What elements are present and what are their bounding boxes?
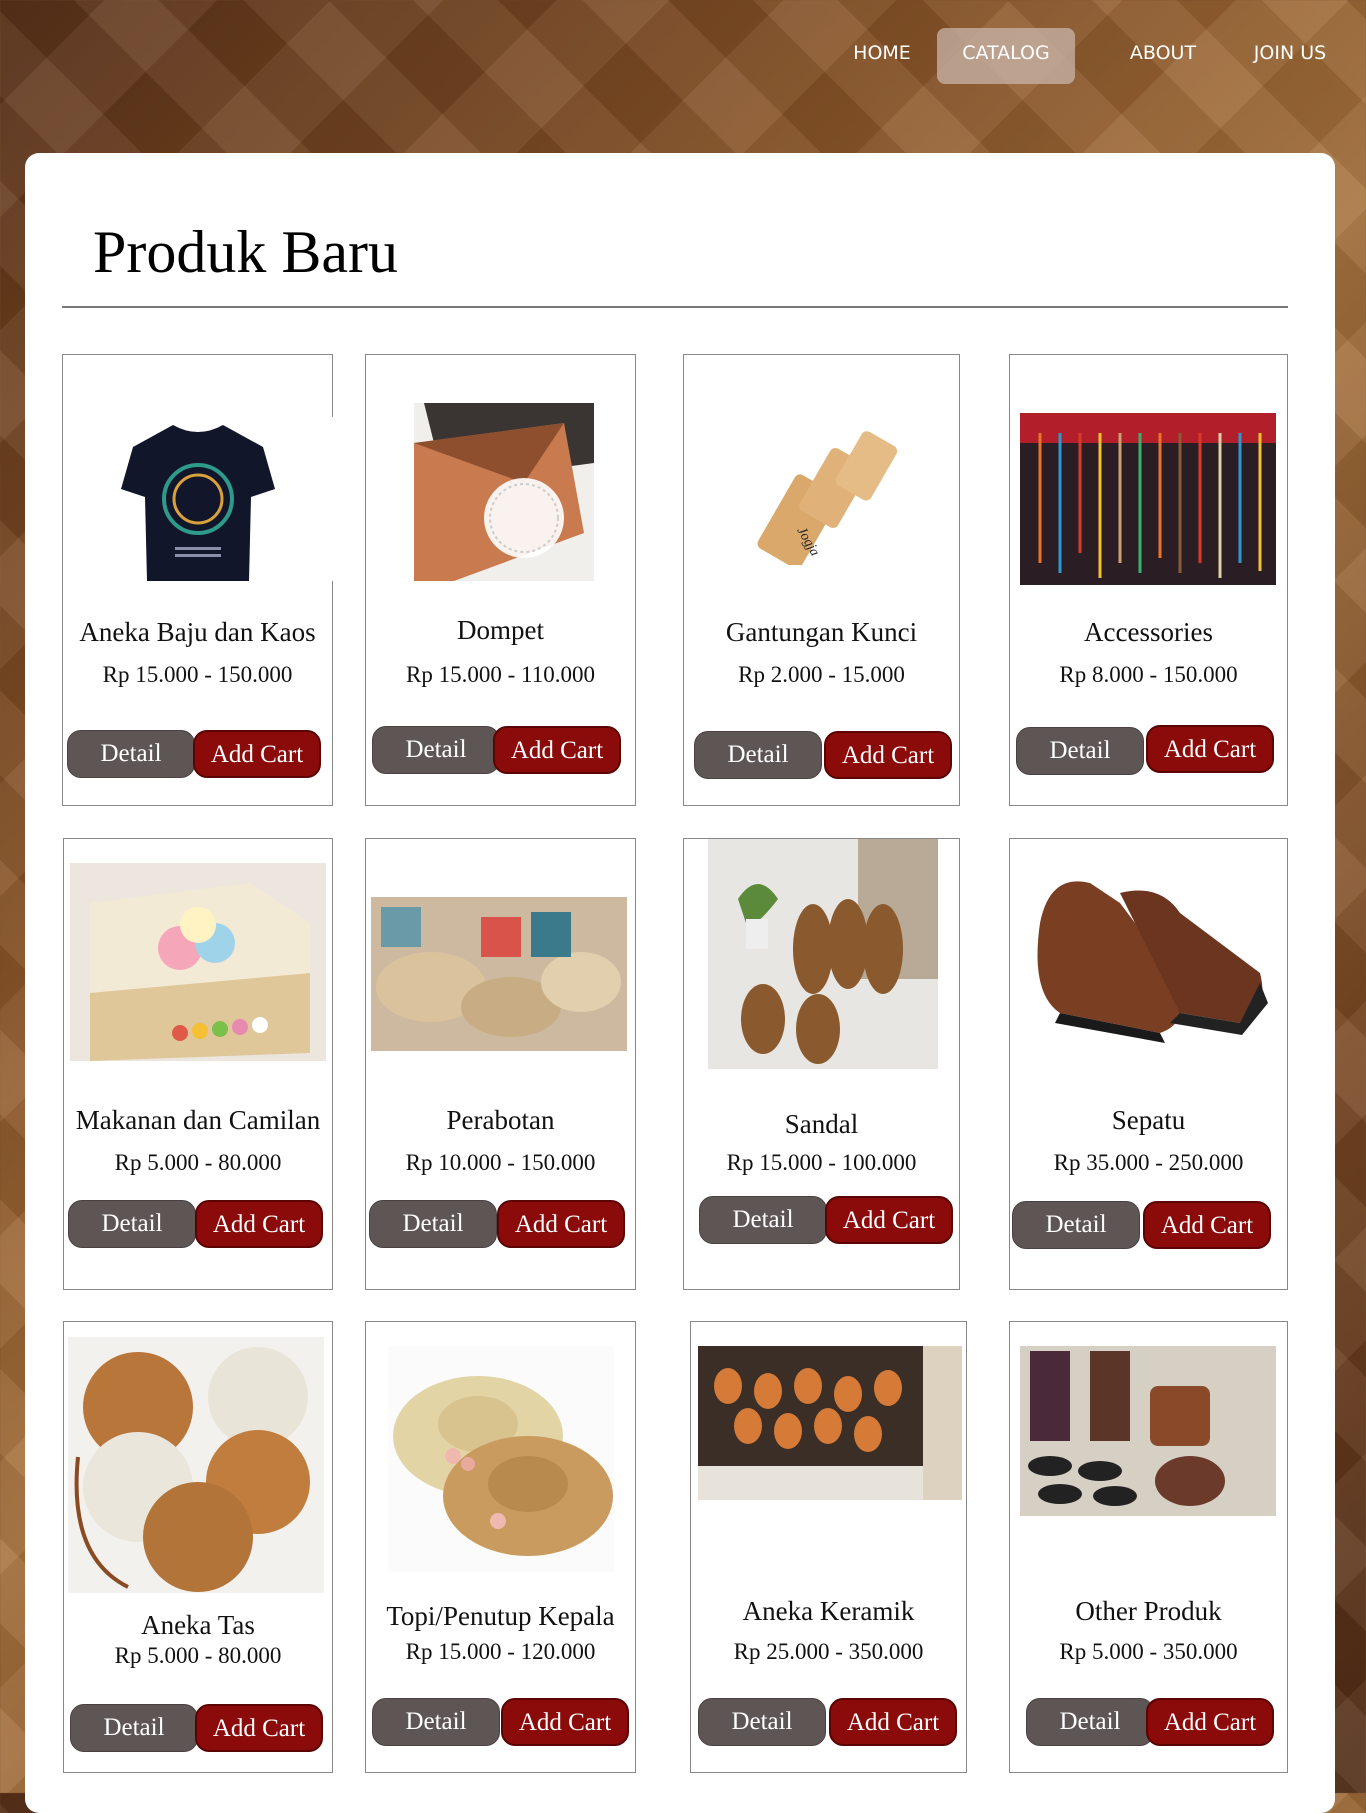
add-cart-button[interactable]: Add Cart bbox=[193, 730, 321, 778]
product-price: Rp 15.000 - 110.000 bbox=[406, 662, 595, 687]
add-cart-button[interactable]: Add Cart bbox=[501, 1698, 629, 1746]
nav-home[interactable]: HOME bbox=[838, 28, 926, 84]
snack-box-image[interactable] bbox=[70, 863, 326, 1061]
add-cart-button[interactable]: Add Cart bbox=[493, 726, 621, 774]
product-price: Rp 15.000 - 150.000 bbox=[102, 662, 293, 687]
product-name: Sandal bbox=[784, 1109, 859, 1139]
page-title: Produk Baru bbox=[93, 219, 398, 285]
add-cart-button[interactable]: Add Cart bbox=[1146, 725, 1274, 773]
tshirt-image[interactable] bbox=[63, 417, 333, 581]
detail-button[interactable]: Detail bbox=[369, 1200, 497, 1248]
ceramics-image[interactable] bbox=[698, 1346, 962, 1500]
product-card: Makanan dan Camilan Rp 5.000 - 80.000 De… bbox=[63, 838, 333, 1290]
product-card: Other Produk Rp 5.000 - 350.000 Detail A… bbox=[1009, 1321, 1288, 1773]
product-card: Aneka Keramik Rp 25.000 - 350.000 Detail… bbox=[690, 1321, 967, 1773]
wallet-image[interactable] bbox=[414, 403, 594, 581]
keychain-image[interactable]: Jogja bbox=[742, 425, 902, 565]
title-divider bbox=[62, 306, 1288, 308]
product-card: Accessories Rp 8.000 - 150.000 Detail Ad… bbox=[1009, 354, 1288, 806]
product-name: Perabotan bbox=[446, 1105, 555, 1135]
product-name: Accessories bbox=[1084, 617, 1213, 647]
product-name: Aneka Keramik bbox=[742, 1596, 915, 1626]
product-card: Sandal Rp 15.000 - 100.000 Detail Add Ca… bbox=[683, 838, 960, 1290]
detail-button[interactable]: Detail bbox=[68, 1200, 196, 1248]
add-cart-button[interactable]: Add Cart bbox=[195, 1200, 323, 1248]
detail-button[interactable]: Detail bbox=[1012, 1201, 1140, 1249]
add-cart-button[interactable]: Add Cart bbox=[195, 1704, 323, 1752]
furnishing-image[interactable] bbox=[371, 897, 627, 1051]
product-price: Rp 15.000 - 120.000 bbox=[405, 1639, 596, 1664]
product-price: Rp 5.000 - 350.000 bbox=[1059, 1639, 1238, 1664]
accessories-image[interactable] bbox=[1020, 413, 1276, 585]
product-price: Rp 5.000 - 80.000 bbox=[114, 1150, 282, 1175]
nav-catalog[interactable]: CATALOG bbox=[937, 28, 1075, 84]
nav-about[interactable]: ABOUT bbox=[1117, 28, 1209, 84]
detail-button[interactable]: Detail bbox=[372, 1698, 500, 1746]
add-cart-button[interactable]: Add Cart bbox=[1146, 1698, 1274, 1746]
detail-button[interactable]: Detail bbox=[70, 1704, 198, 1752]
product-card: Topi/Penutup Kepala Rp 15.000 - 120.000 … bbox=[365, 1321, 636, 1773]
product-name: Aneka Baju dan Kaos bbox=[79, 617, 316, 647]
shoes-image[interactable] bbox=[1030, 863, 1270, 1053]
hat-image[interactable] bbox=[388, 1346, 614, 1572]
product-card: Sepatu Rp 35.000 - 250.000 Detail Add Ca… bbox=[1009, 838, 1288, 1290]
detail-button[interactable]: Detail bbox=[698, 1698, 826, 1746]
add-cart-button[interactable]: Add Cart bbox=[824, 731, 952, 779]
product-card: Jogja Gantungan Kunci Rp 2.000 - 15.000 … bbox=[683, 354, 960, 806]
product-price: Rp 5.000 - 80.000 bbox=[114, 1643, 282, 1668]
product-card: Dompet Rp 15.000 - 110.000 Detail Add Ca… bbox=[365, 354, 636, 806]
detail-button[interactable]: Detail bbox=[699, 1196, 827, 1244]
add-cart-button[interactable]: Add Cart bbox=[829, 1698, 957, 1746]
rattan-bag-image[interactable] bbox=[68, 1337, 324, 1593]
nav-join-us[interactable]: JOIN US bbox=[1245, 28, 1335, 84]
product-name: Gantungan Kunci bbox=[725, 617, 918, 647]
other-products-image[interactable] bbox=[1020, 1346, 1276, 1516]
product-name: Aneka Tas bbox=[141, 1610, 255, 1640]
product-price: Rp 35.000 - 250.000 bbox=[1053, 1150, 1244, 1175]
detail-button[interactable]: Detail bbox=[372, 726, 500, 774]
product-name: Dompet bbox=[457, 615, 544, 645]
product-price: Rp 10.000 - 150.000 bbox=[405, 1150, 596, 1175]
add-cart-button[interactable]: Add Cart bbox=[497, 1200, 625, 1248]
product-name: Sepatu bbox=[1111, 1105, 1186, 1135]
product-card: Aneka Baju dan Kaos Rp 15.000 - 150.000 … bbox=[62, 354, 333, 806]
sandal-image[interactable] bbox=[708, 839, 938, 1069]
product-price: Rp 15.000 - 100.000 bbox=[726, 1150, 917, 1175]
product-card: Aneka Tas Rp 5.000 - 80.000 Detail Add C… bbox=[63, 1321, 333, 1773]
detail-button[interactable]: Detail bbox=[694, 731, 822, 779]
add-cart-button[interactable]: Add Cart bbox=[825, 1196, 953, 1244]
product-price: Rp 8.000 - 150.000 bbox=[1059, 662, 1238, 687]
catalog-panel: Produk Baru Aneka Baju dan Kaos Rp 15.00… bbox=[25, 153, 1335, 1813]
detail-button[interactable]: Detail bbox=[1016, 727, 1144, 775]
add-cart-button[interactable]: Add Cart bbox=[1143, 1201, 1271, 1249]
detail-button[interactable]: Detail bbox=[1026, 1698, 1154, 1746]
product-name: Makanan dan Camilan bbox=[75, 1105, 321, 1135]
detail-button[interactable]: Detail bbox=[67, 730, 195, 778]
product-price: Rp 25.000 - 350.000 bbox=[733, 1639, 924, 1664]
product-name: Topi/Penutup Kepala bbox=[386, 1601, 615, 1631]
product-name: Other Produk bbox=[1075, 1596, 1222, 1626]
top-navigation: HOME CATALOG ABOUT JOIN US bbox=[0, 0, 1366, 110]
product-card: Perabotan Rp 10.000 - 150.000 Detail Add… bbox=[365, 838, 636, 1290]
product-price: Rp 2.000 - 15.000 bbox=[738, 662, 905, 687]
